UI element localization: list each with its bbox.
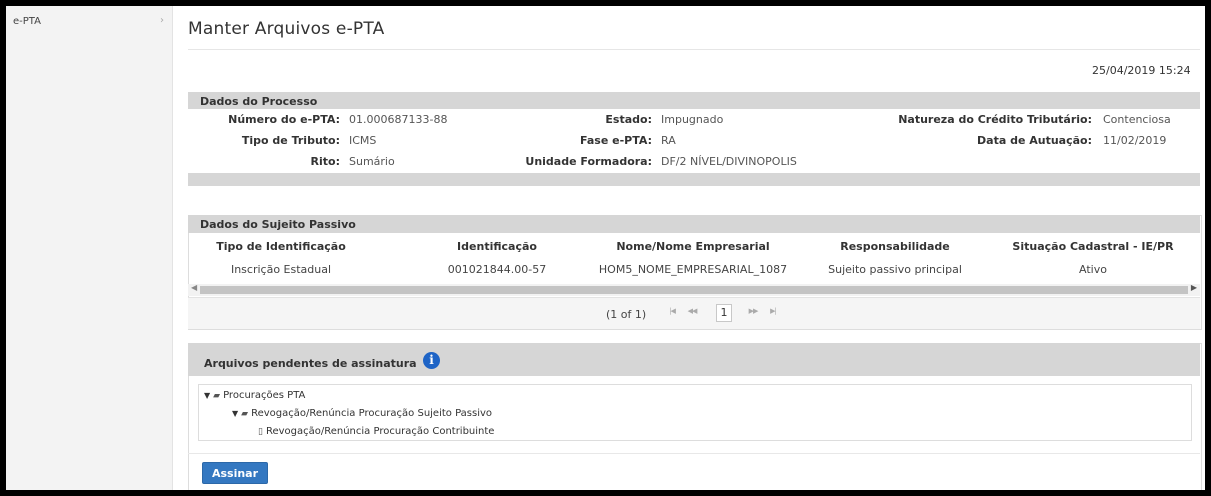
table-cell: HOM5_NOME_EMPRESARIAL_1087 bbox=[598, 263, 788, 276]
info-icon[interactable]: i bbox=[423, 352, 440, 369]
processo-header-label: Dados do Processo bbox=[200, 95, 318, 108]
expand-toggle-icon[interactable]: ▼ bbox=[204, 391, 210, 400]
column-header[interactable]: Nome/Nome Empresarial bbox=[616, 240, 769, 253]
processo-panel-header: Dados do Processo bbox=[188, 92, 1200, 109]
natureza-value: Contenciosa bbox=[1103, 113, 1171, 126]
fase-label: Fase e-PTA: bbox=[580, 134, 652, 147]
horizontal-scrollbar[interactable]: ◀ ▶ bbox=[188, 283, 1200, 296]
chevron-right-icon: › bbox=[160, 15, 164, 26]
folder-open-icon: ▰ bbox=[241, 409, 249, 419]
tipo-tributo-value: ICMS bbox=[349, 134, 377, 147]
fase-value: RA bbox=[661, 134, 676, 147]
data-autuacao-value: 11/02/2019 bbox=[1103, 134, 1167, 147]
unidade-label: Unidade Formadora: bbox=[525, 155, 652, 168]
divider bbox=[188, 49, 1200, 50]
scroll-left-icon[interactable]: ◀ bbox=[191, 283, 197, 292]
last-page-icon[interactable]: ▶| bbox=[766, 307, 780, 315]
sidebar-item-e-pta[interactable]: e-PTA › bbox=[6, 14, 172, 30]
prev-page-icon[interactable]: ◀◀ bbox=[685, 307, 699, 315]
sidebar: e-PTA › bbox=[6, 6, 173, 490]
table-cell: Inscrição Estadual bbox=[230, 263, 332, 276]
column-header[interactable]: Identificação bbox=[457, 240, 537, 253]
assinar-button[interactable]: Assinar bbox=[202, 462, 268, 484]
unidade-value: DF/2 NÍVEL/DIVINOPOLIS bbox=[661, 155, 797, 168]
scroll-right-icon[interactable]: ▶ bbox=[1191, 283, 1197, 292]
tree-node-child[interactable]: ▼ ▰ Revogação/Renúncia Procuração Sujeito … bbox=[232, 408, 492, 419]
first-page-icon[interactable]: |◀ bbox=[665, 307, 679, 315]
arquivos-header-label: Arquivos pendentes de assinatura bbox=[204, 357, 417, 370]
tree-node-label: Procurações PTA bbox=[223, 390, 306, 401]
paginator-report: (1 of 1) bbox=[606, 308, 647, 321]
app-frame: e-PTA › Manter Arquivos e-PTA 25/04/2019… bbox=[6, 6, 1205, 490]
numero-value: 01.000687133-88 bbox=[349, 113, 448, 126]
sidebar-item-label: e-PTA bbox=[13, 16, 41, 27]
expand-toggle-icon[interactable]: ▼ bbox=[232, 409, 238, 418]
page-title: Manter Arquivos e-PTA bbox=[188, 19, 385, 39]
tree-node-leaf[interactable]: ▯ Revogação/Renúncia Procuração Contribui… bbox=[258, 426, 494, 437]
tree-node-root[interactable]: ▼ ▰ Procurações PTA bbox=[204, 390, 305, 401]
rito-label: Rito: bbox=[310, 155, 340, 168]
estado-value: Impugnado bbox=[661, 113, 724, 126]
data-autuacao-label: Data de Autuação: bbox=[977, 134, 1092, 147]
estado-label: Estado: bbox=[605, 113, 652, 126]
tree-node-label: Revogação/Renúncia Procuração Contribuin… bbox=[265, 426, 495, 437]
numero-label: Número do e-PTA: bbox=[228, 113, 340, 126]
paginator: (1 of 1) |◀ ◀◀ 1 ▶▶ ▶| bbox=[188, 297, 1200, 329]
sujeito-panel-header: Dados do Sujeito Passivo bbox=[188, 215, 1200, 233]
sujeito-header-label: Dados do Sujeito Passivo bbox=[200, 218, 356, 231]
natureza-label: Natureza do Crédito Tributário: bbox=[898, 113, 1092, 126]
column-header[interactable]: Tipo de Identificação bbox=[216, 240, 346, 253]
processo-panel-footer bbox=[188, 173, 1200, 186]
tipo-tributo-label: Tipo de Tributo: bbox=[241, 134, 340, 147]
button-bar bbox=[188, 453, 1200, 490]
table-cell: Ativo bbox=[1079, 263, 1107, 276]
folder-open-icon: ▰ bbox=[213, 391, 221, 401]
column-header[interactable]: Responsabilidade bbox=[840, 240, 950, 253]
next-page-icon[interactable]: ▶▶ bbox=[746, 307, 760, 315]
column-header[interactable]: Situação Cadastral - IE/PR bbox=[1012, 240, 1173, 253]
rito-value: Sumário bbox=[349, 155, 395, 168]
tree-node-label: Revogação/Renúncia Procuração Sujeito Pa… bbox=[251, 408, 493, 419]
page-number-button[interactable]: 1 bbox=[716, 304, 732, 322]
table-cell: Sujeito passivo principal bbox=[828, 263, 962, 276]
scrollbar-thumb[interactable] bbox=[200, 286, 1188, 294]
datetime-label: 25/04/2019 15:24 bbox=[1092, 64, 1191, 77]
table-cell: 001021844.00-57 bbox=[447, 263, 547, 276]
document-icon: ▯ bbox=[258, 427, 263, 437]
